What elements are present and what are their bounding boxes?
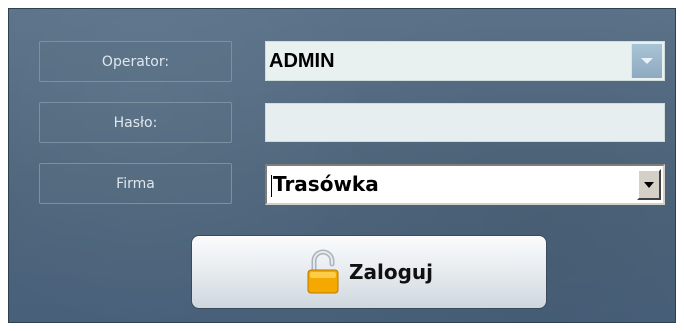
login-dialog: Operator: ADMIN Hasło: Firma Trasówka Za…: [8, 8, 676, 323]
operator-value[interactable]: ADMIN: [266, 50, 631, 73]
padlock-open-icon: [307, 249, 339, 294]
company-value: Trasówka: [273, 172, 379, 197]
operator-dropdown-button[interactable]: [631, 44, 662, 78]
company-label: Firma: [39, 163, 232, 204]
login-button[interactable]: Zaloguj: [191, 235, 547, 309]
operator-combobox[interactable]: ADMIN: [265, 41, 665, 81]
password-label: Hasło:: [39, 102, 232, 143]
company-combobox[interactable]: Trasówka: [265, 164, 665, 205]
text-caret: [271, 174, 272, 197]
company-value-wrap[interactable]: Trasówka: [267, 172, 637, 197]
operator-label: Operator:: [39, 41, 232, 82]
chevron-down-icon: [641, 58, 653, 64]
login-label: Zaloguj: [348, 260, 433, 284]
company-dropdown-button[interactable]: [637, 169, 661, 200]
chevron-down-icon: [644, 181, 654, 188]
password-field[interactable]: [265, 103, 665, 142]
